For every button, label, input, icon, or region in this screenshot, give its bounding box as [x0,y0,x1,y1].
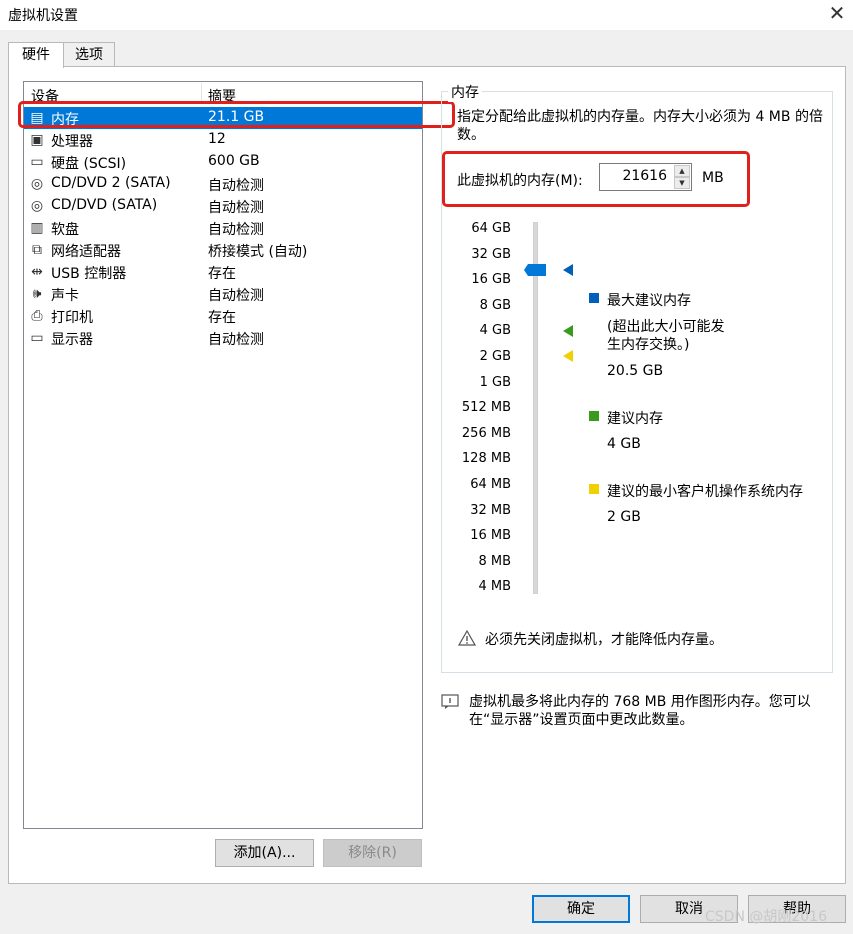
device-row[interactable]: ⇹ USB 控制器 存在 [24,261,422,283]
memory-scale-label: 8 GB [479,298,511,313]
close-icon[interactable]: ✕ [826,2,848,24]
memory-scale-label: 64 MB [470,477,511,492]
memory-scale-label: 4 MB [478,579,511,594]
device-summary: 桥接模式 (自动) [208,244,308,260]
device-summary: 12 [208,131,226,147]
memory-group-title: 内存 [448,82,482,102]
memory-description: 指定分配给此虚拟机的内存量。内存大小必须为 4 MB 的倍数。 [457,109,823,143]
device-row[interactable]: ⧉ 网络适配器 桥接模式 (自动) [24,239,422,261]
processor-icon: ▣ [30,132,44,148]
recommended-title: 建议内存 [607,411,663,427]
recommended-marker-icon [563,325,573,337]
min-guest-marker-icon [563,350,573,362]
min-guest-swatch [589,484,599,494]
min-guest-title: 建议的最小客户机操作系统内存 [607,484,803,500]
window-title: 虚拟机设置 [8,8,78,24]
device-name: USB 控制器 [51,266,127,282]
device-summary: 自动检测 [208,178,264,194]
max-recommended-note: (超出此大小可能发生内存交换。) [607,319,725,353]
memory-scale-label: 8 MB [478,554,511,569]
usb-icon: ⇹ [31,264,43,280]
display-icon: ▭ [30,330,44,346]
device-row[interactable]: ◎ CD/DVD (SATA) 自动检测 [24,195,422,217]
device-name: 打印机 [51,310,93,326]
memory-slider-track[interactable] [533,222,538,594]
memory-scale-label: 256 MB [461,426,511,441]
max-recommended-value: 20.5 GB [607,363,664,379]
device-name: 声卡 [51,288,79,304]
annotation-highlight-memory-field [442,151,750,207]
sound-card-icon: 🕪 [32,286,42,302]
device-name: 显示器 [51,332,93,348]
hard-disk-icon: ▭ [30,154,44,170]
device-name: CD/DVD 2 (SATA) [51,175,171,191]
memory-scale-label: 64 GB [471,221,511,236]
cd-dvd-icon: ◎ [30,198,44,214]
ok-button[interactable]: 确定 [532,895,630,923]
warning-icon [458,630,476,646]
tab-hardware[interactable]: 硬件 [8,42,64,68]
device-name: 软盘 [51,222,79,238]
min-guest-value: 2 GB [607,509,641,525]
printer-icon: ⎙ [31,308,43,324]
max-recommended-swatch [589,293,599,303]
memory-slider-thumb[interactable] [524,264,546,276]
column-divider [201,83,202,103]
device-summary: 存在 [208,266,236,282]
device-row[interactable]: ⎙ 打印机 存在 [24,305,422,327]
remove-device-button[interactable]: 移除(R) [323,839,422,867]
device-row[interactable]: ▭ 显示器 自动检测 [24,327,422,349]
device-name: 硬盘 (SCSI) [51,156,127,172]
memory-scale-label: 32 MB [470,503,511,518]
device-name: 处理器 [51,134,93,150]
device-summary: 自动检测 [208,332,264,348]
memory-scale-label: 2 GB [479,349,511,364]
memory-scale-label: 1 GB [479,375,511,390]
add-device-button[interactable]: 添加(A)... [215,839,314,867]
annotation-highlight-memory-row [18,101,455,128]
info-text: 虚拟机最多将此内存的 768 MB 用作图形内存。您可以在“显示器”设置页面中更… [469,694,811,728]
device-summary: 自动检测 [208,200,264,216]
device-row[interactable]: ▣ 处理器 12 [24,129,422,151]
info-icon [441,694,459,709]
watermark: CSDN @胡刚2016 [705,909,827,925]
recommended-value: 4 GB [607,436,641,452]
device-name: 网络适配器 [51,244,121,260]
device-row[interactable]: ▥ 软盘 自动检测 [24,217,422,239]
warning-text: 必须先关闭虚拟机，才能降低内存量。 [485,632,723,648]
device-summary: 自动检测 [208,222,264,238]
device-name: CD/DVD (SATA) [51,197,158,213]
max-recommended-title: 最大建议内存 [607,293,691,309]
device-summary: 600 GB [208,153,260,169]
cd-dvd-icon: ◎ [30,176,44,192]
network-adapter-icon: ⧉ [32,242,42,258]
device-row[interactable]: ◎ CD/DVD 2 (SATA) 自动检测 [24,173,422,195]
floppy-icon: ▥ [30,220,44,236]
device-summary: 存在 [208,310,236,326]
device-row[interactable]: 🕪 声卡 自动检测 [24,283,422,305]
device-summary: 自动检测 [208,288,264,304]
memory-scale-label: 512 MB [461,400,511,415]
memory-scale-label: 128 MB [461,451,511,466]
recommended-swatch [589,411,599,421]
memory-scale-label: 16 GB [471,272,511,287]
memory-scale-label: 32 GB [471,247,511,262]
max-recommended-marker-icon [563,264,573,276]
device-row[interactable]: ▭ 硬盘 (SCSI) 600 GB [24,151,422,173]
title-bar [0,0,853,30]
tab-options[interactable]: 选项 [63,42,115,67]
memory-scale-label: 4 GB [479,323,511,338]
memory-scale-label: 16 MB [470,528,511,543]
